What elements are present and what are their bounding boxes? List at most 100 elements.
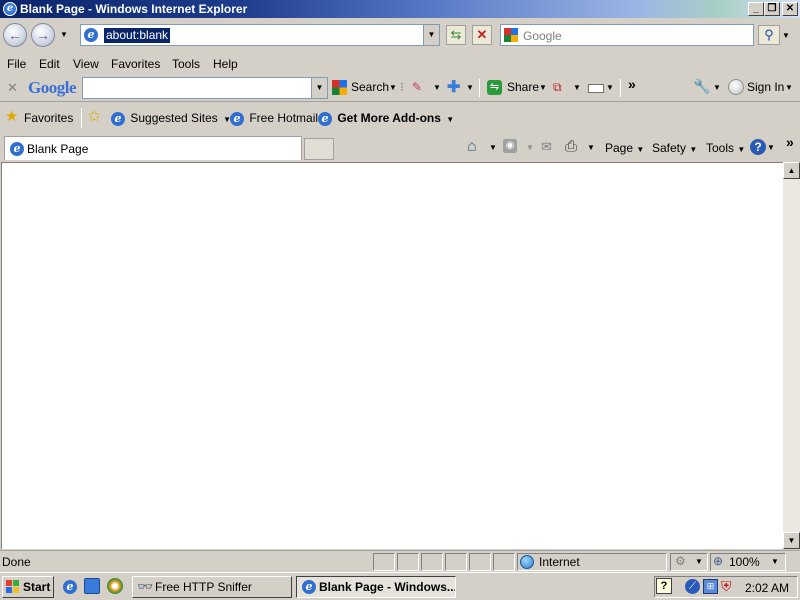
menu-file[interactable]: File <box>7 57 26 71</box>
google-search-input[interactable]: ▼ <box>82 77 328 99</box>
print-dropdown[interactable]: ▼ <box>587 143 595 152</box>
quicklaunch-ie-icon[interactable]: e <box>63 579 77 594</box>
zoom-dropdown[interactable]: ▼ <box>771 557 779 566</box>
protected-mode[interactable]: ⚙ ▼ <box>670 553 708 571</box>
close-toolbar-icon[interactable]: ✕ <box>7 80 18 96</box>
forward-button[interactable]: → <box>31 23 55 47</box>
autofill-dropdown[interactable]: ▼ <box>606 83 614 92</box>
feeds-icon[interactable]: ◉ <box>503 139 517 153</box>
menu-edit[interactable]: Edit <box>39 57 60 71</box>
new-tab-button[interactable] <box>304 138 334 160</box>
help-dropdown[interactable]: ▼ <box>767 143 775 152</box>
favorites-separator <box>81 108 82 128</box>
home-dropdown[interactable]: ▼ <box>489 143 497 152</box>
search-dropdown[interactable]: ▼ <box>389 83 397 92</box>
more-tools-chevron-icon[interactable]: » <box>628 76 636 92</box>
start-button[interactable]: Start <box>2 576 54 598</box>
wrench-icon[interactable]: 🔧 <box>693 78 710 95</box>
favorite-link-suggested-sites[interactable]: e Suggested Sites ▼ <box>111 111 231 126</box>
more-commands-chevron-icon[interactable]: » <box>786 134 794 150</box>
settings-dropdown[interactable]: ▼ <box>713 83 721 92</box>
read-mail-icon[interactable]: ✉ <box>541 139 552 155</box>
network-tray-icon[interactable]: ⊞ <box>703 579 718 594</box>
search-options-dropdown[interactable]: ▼ <box>782 31 790 40</box>
clock[interactable]: 2:02 AM <box>745 581 789 595</box>
quicklaunch-media-player-icon[interactable] <box>107 578 123 594</box>
google-search-button[interactable]: Search <box>351 80 389 94</box>
page-menu-button[interactable]: Page ▼ <box>605 141 644 155</box>
back-button[interactable]: ← <box>3 23 27 47</box>
start-label: Start <box>23 580 51 594</box>
sync-tray-icon[interactable]: ⟋ <box>685 579 700 594</box>
scroll-down-arrow-icon[interactable]: ▼ <box>783 532 800 549</box>
address-bar[interactable]: e about:blank ▼ <box>80 24 440 46</box>
addons-dropdown[interactable]: ▼ <box>446 115 454 124</box>
zoom-control[interactable]: ⊕ 100% ▼ <box>710 553 786 571</box>
favorites-button[interactable]: Favorites <box>24 111 73 125</box>
feeds-dropdown[interactable]: ▼ <box>526 143 534 152</box>
status-pane <box>469 553 491 571</box>
add-dropdown[interactable]: ▼ <box>466 83 474 92</box>
tab-label: Blank Page <box>27 142 89 156</box>
search-box[interactable]: Google <box>500 24 754 46</box>
sign-in-dropdown[interactable]: ▼ <box>785 83 793 92</box>
stop-button[interactable]: ✕ <box>472 25 492 45</box>
menu-help[interactable]: Help <box>213 57 238 71</box>
menu-tools[interactable]: Tools <box>172 57 200 71</box>
home-icon[interactable]: ⌂ <box>467 138 477 156</box>
search-input[interactable]: Google <box>523 29 562 43</box>
sign-in-button[interactable]: Sign In <box>747 80 784 94</box>
google-logo: Google <box>28 78 77 97</box>
address-input[interactable]: about:blank <box>104 28 171 43</box>
status-text: Done <box>2 555 31 569</box>
menu-favorites[interactable]: Favorites <box>111 57 160 71</box>
page-content[interactable] <box>1 162 783 549</box>
taskbar-button-http-sniffer[interactable]: 👓 Free HTTP Sniffer <box>132 576 292 598</box>
tools-menu-button[interactable]: Tools ▼ <box>706 141 745 155</box>
globe-icon <box>520 555 534 569</box>
share-dropdown[interactable]: ▼ <box>539 83 547 92</box>
toolbar-separator <box>479 79 480 97</box>
help-icon[interactable]: ? <box>750 139 766 155</box>
status-bar: Done Internet ⚙ ▼ ⊕ 100% ▼ <box>0 550 800 572</box>
maximize-button[interactable]: ❐ <box>764 2 780 16</box>
taskbar-button-blank-page[interactable]: e Blank Page - Windows... <box>296 576 456 598</box>
title-bar[interactable]: e Blank Page - Windows Internet Explorer… <box>0 0 800 18</box>
ie-logo-icon: e <box>3 2 17 16</box>
menu-view[interactable]: View <box>73 57 99 71</box>
bookmark-dropdown[interactable]: ▼ <box>433 83 441 92</box>
tab-bar: e Blank Page ⌂ ▼ ◉ ▼ ✉ ⎙ ▼ Page ▼ Safety… <box>0 134 800 162</box>
ie-page-icon: e <box>318 112 332 126</box>
autofill-icon[interactable] <box>588 84 604 93</box>
favorites-star-icon: ★ <box>5 108 19 125</box>
security-zone[interactable]: Internet <box>517 553 667 571</box>
popup-blocker-icon[interactable]: ⧉ <box>553 80 562 95</box>
popup-dropdown[interactable]: ▼ <box>573 83 581 92</box>
scroll-up-arrow-icon[interactable]: ▲ <box>783 162 800 179</box>
favorite-link-get-more-addons[interactable]: e Get More Add-ons ▼ <box>318 111 454 126</box>
zoom-icon: ⊕ <box>713 554 724 568</box>
close-button[interactable]: ✕ <box>782 2 798 16</box>
tab-blank-page[interactable]: e Blank Page <box>4 136 302 160</box>
safety-menu-button[interactable]: Safety ▼ <box>652 141 697 155</box>
minimize-button[interactable]: _ <box>748 2 764 16</box>
google-search-dropdown[interactable]: ▼ <box>311 78 327 98</box>
security-shield-icon[interactable]: ⛨ <box>721 578 732 595</box>
search-icon[interactable]: ⚲ <box>758 25 780 45</box>
add-button-icon[interactable]: ✚ <box>447 77 460 97</box>
page-icon: e <box>84 28 98 42</box>
recent-pages-dropdown[interactable]: ▼ <box>60 30 68 39</box>
add-favorite-icon[interactable]: ✩ <box>88 107 101 125</box>
print-icon[interactable]: ⎙ <box>565 138 577 155</box>
refresh-button[interactable]: ⇆ <box>446 25 466 45</box>
protected-mode-dropdown[interactable]: ▼ <box>695 557 703 566</box>
share-button[interactable]: Share <box>507 80 539 94</box>
share-icon[interactable]: ⇋ <box>487 80 502 95</box>
favorite-link-free-hotmail[interactable]: e Free Hotmail <box>230 111 318 126</box>
google-g-icon <box>504 28 518 42</box>
ie-window-icon: e <box>302 580 316 594</box>
vertical-scrollbar[interactable]: ▲ ▼ <box>783 162 800 549</box>
quicklaunch-show-desktop-icon[interactable] <box>84 578 100 594</box>
bookmark-icon[interactable]: ✎ <box>412 80 422 94</box>
address-dropdown[interactable]: ▼ <box>423 25 439 45</box>
